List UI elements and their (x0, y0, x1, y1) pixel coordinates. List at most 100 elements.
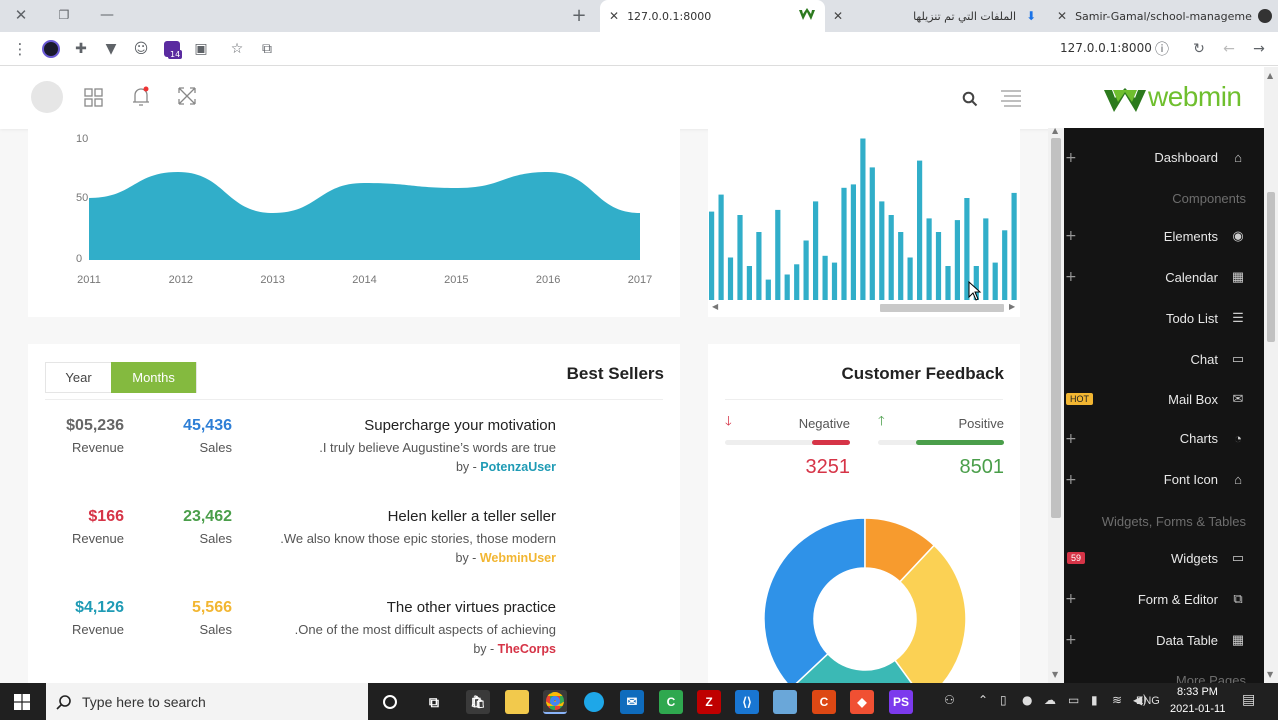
scroll-down-icon[interactable]: ▼ (1052, 670, 1058, 679)
site-info-icon[interactable]: ⓘ (1151, 38, 1173, 60)
expand-plus-icon[interactable]: + (1065, 431, 1077, 447)
page-scrollbar[interactable]: ▲ ▼ (1264, 67, 1278, 683)
phpstorm-icon[interactable]: PS (889, 690, 913, 714)
battery-icon[interactable]: ▮ (1091, 693, 1098, 707)
avatar[interactable] (31, 81, 63, 113)
new-tab-icon[interactable]: + (568, 4, 590, 26)
x-tick-label: 2016 (536, 274, 560, 286)
sidebar-item-calendar[interactable]: Calendar ▦ (1165, 269, 1246, 285)
filter-icon[interactable]: ▼ (100, 38, 122, 60)
sidebar-item-font-icon[interactable]: Font Icon ⌂ (1164, 472, 1246, 487)
cloud-icon[interactable]: ☁ (1044, 693, 1056, 707)
scroll-up-icon[interactable]: ▲ (1052, 126, 1058, 135)
usb-icon[interactable]: ▭ (1068, 693, 1079, 707)
close-tab-icon[interactable]: ✕ (833, 9, 843, 23)
tray-expand-icon[interactable]: ⌃ (978, 693, 988, 707)
clock-date[interactable]: 2021-01-11 (1170, 703, 1225, 715)
bar (803, 240, 809, 300)
people-icon[interactable]: ⚇ (944, 693, 955, 707)
seller-author[interactable]: TheCorps (498, 642, 556, 656)
sidebar-item-charts[interactable]: Charts ◔ (1180, 431, 1246, 446)
translate-icon[interactable]: ⧉ (256, 38, 278, 60)
scroll-up-icon[interactable]: ▲ (1267, 71, 1273, 80)
content-scroll-thumb[interactable] (1051, 138, 1061, 518)
expand-plus-icon[interactable]: + (1065, 269, 1077, 285)
reload-icon[interactable]: ↻ (1188, 38, 1210, 60)
close-window-icon[interactable]: ✕ (10, 4, 32, 26)
hamburger-menu-icon[interactable] (1000, 89, 1022, 107)
seller-title[interactable]: Helen keller a teller seller (388, 508, 556, 525)
task-view-icon[interactable]: ⧉ (422, 690, 446, 714)
seller-title[interactable]: The other virtues practice (387, 599, 556, 616)
puzzle-icon[interactable]: ✚ (70, 38, 92, 60)
bell-icon[interactable] (131, 86, 151, 108)
extension-icon[interactable] (40, 38, 62, 60)
seller-title[interactable]: Supercharge your motivation (364, 417, 556, 434)
bar-chart-scrollbar[interactable]: ◀ ▶ (708, 302, 1020, 314)
codeigniter-icon[interactable]: C (812, 690, 836, 714)
notepad-icon[interactable] (773, 690, 797, 714)
sidebar-item-mail-box[interactable]: Mail Box ✉ (1168, 391, 1246, 407)
git-icon[interactable]: ◆ (850, 690, 874, 714)
expand-plus-icon[interactable]: + (1065, 228, 1077, 244)
page-scroll-thumb[interactable] (1267, 192, 1275, 342)
file-explorer-icon[interactable] (505, 690, 529, 714)
back-icon[interactable]: → (1248, 38, 1270, 60)
fullscreen-icon[interactable] (178, 87, 196, 105)
notifications-icon[interactable]: ▤ (1242, 692, 1255, 708)
filezilla-icon[interactable]: Z (697, 690, 721, 714)
sidebar-item-dashboard[interactable]: Dashboard ⌂ (1154, 150, 1246, 165)
sidebar-item-elements[interactable]: Elements ◉ (1164, 228, 1246, 244)
forward-icon[interactable]: ← (1218, 38, 1240, 60)
scroll-left-icon[interactable]: ◀ (712, 302, 718, 311)
tab-downloads[interactable]: ✕ الملفات التي تم تنزيلها ⬇ (828, 0, 1048, 32)
windows-start-icon[interactable] (14, 694, 30, 710)
image-icon[interactable]: ▣ (190, 38, 212, 60)
store-icon[interactable]: 🛍 (466, 690, 490, 714)
close-tab-icon[interactable]: ✕ (1057, 9, 1067, 23)
apps-grid-icon[interactable] (84, 88, 103, 107)
clock-time[interactable]: 8:33 PM (1177, 686, 1218, 698)
extension-badge-icon[interactable]: 14 (160, 38, 184, 60)
scroll-down-icon[interactable]: ▼ (1267, 670, 1273, 679)
language-indicator[interactable]: ENG (1136, 695, 1160, 707)
sidebar-item-chat[interactable]: Chat ▭ (1191, 351, 1246, 367)
wifi-icon[interactable]: ≋ (1112, 693, 1122, 707)
face-icon[interactable]: ☺ (130, 38, 152, 60)
vscode-icon[interactable]: ⟨⟩ (735, 690, 759, 714)
mic-icon[interactable]: ● (1022, 693, 1032, 707)
scroll-right-icon[interactable]: ▶ (1009, 302, 1015, 311)
seller-author[interactable]: WebminUser (480, 551, 556, 565)
expand-plus-icon[interactable]: + (1065, 632, 1077, 648)
restore-window-icon[interactable]: ❐ (53, 4, 75, 26)
tab-year[interactable]: Year (46, 363, 111, 392)
device-icon[interactable]: ▯ (1000, 693, 1007, 707)
star-icon[interactable]: ☆ (226, 38, 248, 60)
expand-plus-icon[interactable]: + (1065, 591, 1077, 607)
expand-plus-icon[interactable]: + (1065, 150, 1077, 166)
scroll-thumb[interactable] (880, 304, 1004, 312)
close-tab-icon[interactable]: ✕ (609, 9, 619, 23)
sidebar-item-data-table[interactable]: Data Table ▦ (1156, 632, 1246, 648)
seller-author[interactable]: PotenzaUser (480, 460, 556, 474)
expand-plus-icon[interactable]: + (1065, 472, 1077, 488)
address-text[interactable]: 127.0.0.1:8000 (1060, 41, 1152, 55)
sidebar-item-label: Widgets (1171, 550, 1218, 566)
camtasia-icon[interactable]: C (659, 690, 683, 714)
brand-logo[interactable]: webmin (1064, 67, 1278, 129)
minimize-window-icon[interactable]: — (96, 4, 118, 26)
cortana-icon[interactable] (378, 690, 402, 714)
content-scrollbar[interactable]: ▲ ▼ (1048, 126, 1064, 683)
search-icon[interactable] (962, 91, 978, 107)
mail-icon[interactable]: ✉ (620, 690, 644, 714)
tab-months[interactable]: Months (111, 362, 196, 393)
tab-github[interactable]: ✕ Samir-Gamal/school-manageme (1050, 0, 1278, 32)
sidebar-item-todo-list[interactable]: Todo List ☰ (1166, 310, 1246, 326)
tab-localhost[interactable]: ✕ 127.0.0.1:8000 (600, 0, 825, 32)
sidebar-item-widgets[interactable]: Widgets ▭ (1171, 550, 1246, 566)
taskbar-search[interactable]: Type here to search (46, 683, 368, 720)
menu-dots-icon[interactable]: ⋮ (10, 38, 30, 60)
chrome-icon[interactable] (543, 690, 567, 714)
edge-icon[interactable] (582, 690, 606, 714)
sidebar-item-form-editor[interactable]: Form & Editor ⧉ (1138, 591, 1246, 607)
